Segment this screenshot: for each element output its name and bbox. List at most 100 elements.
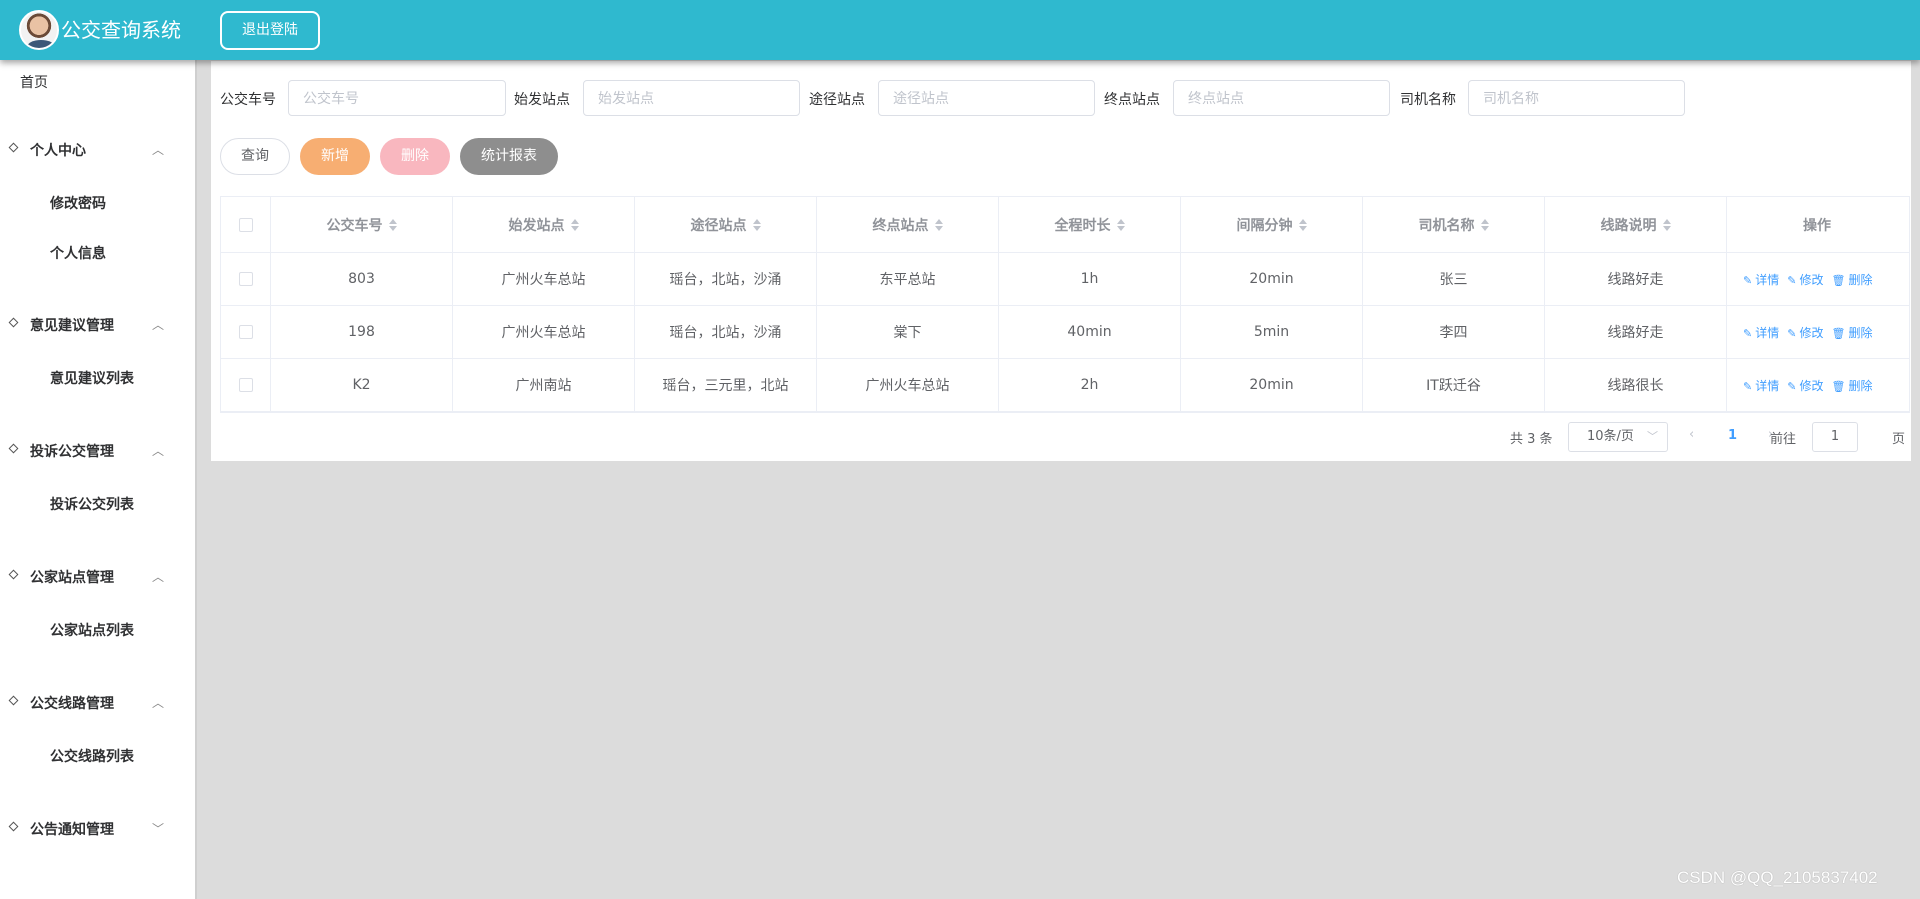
menu-item-route-list[interactable]: 公交线路列表 [50, 746, 134, 766]
chevron-up-icon: ︿ [152, 318, 165, 332]
sort-icon[interactable] [388, 218, 397, 232]
menu-routes[interactable]: 公交线路管理 ︿ [0, 691, 195, 715]
filter-label-driver-name: 司机名称 [1400, 92, 1456, 108]
table-cell: 2h [999, 359, 1181, 411]
nav-home[interactable]: 首页 [20, 72, 48, 92]
table-cell: 线路很长 [1545, 359, 1727, 411]
logout-button[interactable]: 退出登陆 [220, 11, 320, 50]
table-cell: 棠下 [817, 306, 999, 358]
app-title: 公交查询系统 [61, 18, 181, 42]
row-checkbox[interactable] [238, 272, 253, 286]
menu-stations[interactable]: 公家站点管理 ︿ [0, 565, 195, 589]
user-avatar[interactable] [19, 10, 59, 50]
start-station-input[interactable]: 始发站点 [583, 80, 800, 116]
table-cell: 瑶台，北站，沙涌 [635, 253, 817, 305]
diamond-icon [8, 695, 19, 706]
menu-item-station-list[interactable]: 公家站点列表 [50, 620, 134, 640]
row-checkbox[interactable] [238, 325, 253, 339]
column-header-ops: 操作 [1803, 217, 1831, 234]
row-checkbox[interactable] [238, 378, 253, 392]
sort-icon[interactable] [570, 218, 579, 232]
end-station-input[interactable]: 终点站点 [1173, 80, 1390, 116]
column-header[interactable]: 始发站点 [453, 197, 635, 252]
current-page[interactable]: 1 [1728, 428, 1737, 443]
edit-icon: ✎ [1787, 379, 1797, 393]
bus-number-input[interactable]: 公交车号 [288, 80, 506, 116]
add-button[interactable]: 新增 [300, 138, 370, 175]
trash-icon: 🗑 [1831, 273, 1846, 287]
table-cell: 广州火车总站 [817, 359, 999, 411]
edit-icon: ✎ [1787, 273, 1797, 287]
detail-link[interactable]: ✎ 详情 [1743, 377, 1779, 394]
edit-icon: ✎ [1787, 326, 1797, 340]
chevron-down-icon: ﹀ [152, 822, 165, 836]
table-cell: 瑶台，北站，沙涌 [635, 306, 817, 358]
page-suffix: 页 [1892, 432, 1906, 447]
sidebar: 首页 个人中心 ︿ 修改密码 个人信息 意见建议管理 ︿ 意见建议列表 投诉公交管理… [0, 60, 197, 899]
delete-link[interactable]: 🗑 删除 [1831, 271, 1872, 288]
top-header: 公交查询系统 退出登陆 [0, 0, 1920, 60]
sort-icon[interactable] [1116, 218, 1125, 232]
filter-label-via-station: 途径站点 [809, 92, 865, 108]
menu-personal-center[interactable]: 个人中心 ︿ [0, 138, 195, 162]
column-header[interactable]: 公交车号 [271, 197, 453, 252]
diamond-icon [8, 443, 19, 454]
detail-link[interactable]: ✎ 详情 [1743, 324, 1779, 341]
delete-link[interactable]: 🗑 删除 [1831, 324, 1872, 341]
prev-page-icon[interactable]: ‹ [1689, 427, 1694, 442]
sort-icon[interactable] [1662, 218, 1671, 232]
bus-table: 公交车号 始发站点 途径站点 终点站点 全程时长 间隔分钟 司机名称 线路说明 … [220, 196, 1910, 413]
menu-item-suggestion-list[interactable]: 意见建议列表 [50, 368, 134, 388]
chevron-up-icon: ︿ [152, 696, 165, 710]
menu-item-personal-info[interactable]: 个人信息 [50, 243, 106, 263]
edit-link[interactable]: ✎ 修改 [1787, 324, 1823, 341]
column-header[interactable]: 终点站点 [817, 197, 999, 252]
table-cell: 广州火车总站 [453, 306, 635, 358]
select-all-checkbox[interactable] [238, 217, 253, 232]
column-header[interactable]: 途径站点 [635, 197, 817, 252]
sort-icon[interactable] [752, 218, 761, 232]
table-cell: 线路好走 [1545, 253, 1727, 305]
delete-button[interactable]: 删除 [380, 138, 450, 175]
driver-name-input[interactable]: 司机名称 [1468, 80, 1685, 116]
chevron-up-icon: ︿ [152, 444, 165, 458]
diamond-icon [8, 317, 19, 328]
sort-icon[interactable] [1298, 218, 1307, 232]
chevron-up-icon: ︿ [152, 143, 165, 157]
sort-icon[interactable] [934, 218, 943, 232]
delete-link[interactable]: 🗑 删除 [1831, 377, 1872, 394]
table-row: 803 广州火车总站 瑶台，北站，沙涌 东平总站 1h 20min 张三 线路好… [221, 253, 1909, 306]
menu-notices[interactable]: 公告通知管理 ﹀ [0, 817, 195, 841]
via-station-input[interactable]: 途径站点 [878, 80, 1095, 116]
table-cell: K2 [271, 359, 453, 411]
report-button[interactable]: 统计报表 [460, 138, 558, 175]
filter-label-end-station: 终点站点 [1104, 92, 1160, 108]
sort-icon[interactable] [1480, 218, 1489, 232]
menu-item-complaint-list[interactable]: 投诉公交列表 [50, 494, 134, 514]
menu-suggestions[interactable]: 意见建议管理 ︿ [0, 313, 195, 337]
edit-link[interactable]: ✎ 修改 [1787, 271, 1823, 288]
diamond-icon [8, 821, 19, 832]
query-button[interactable]: 查询 [220, 138, 290, 175]
column-header[interactable]: 间隔分钟 [1181, 197, 1363, 252]
watermark: CSDN @QQ_2105837402 [1677, 868, 1878, 887]
goto-page-input[interactable]: 1 [1812, 422, 1858, 452]
table-cell: 东平总站 [817, 253, 999, 305]
chevron-up-icon: ︿ [152, 570, 165, 584]
page-size-select[interactable]: 10条/页 ﹀ [1568, 422, 1668, 452]
edit-link[interactable]: ✎ 修改 [1787, 377, 1823, 394]
menu-item-change-password[interactable]: 修改密码 [50, 193, 106, 213]
total-count: 共 3 条 [1510, 432, 1553, 447]
trash-icon: 🗑 [1831, 326, 1846, 340]
column-header[interactable]: 线路说明 [1545, 197, 1727, 252]
diamond-icon [8, 142, 19, 153]
detail-link[interactable]: ✎ 详情 [1743, 271, 1779, 288]
menu-complaints[interactable]: 投诉公交管理 ︿ [0, 439, 195, 463]
table-cell: 40min [999, 306, 1181, 358]
column-header[interactable]: 全程时长 [999, 197, 1181, 252]
table-cell: 广州火车总站 [453, 253, 635, 305]
column-header[interactable]: 司机名称 [1363, 197, 1545, 252]
table-cell: 20min [1181, 359, 1363, 411]
table-cell: 1h [999, 253, 1181, 305]
table-cell: 张三 [1363, 253, 1545, 305]
